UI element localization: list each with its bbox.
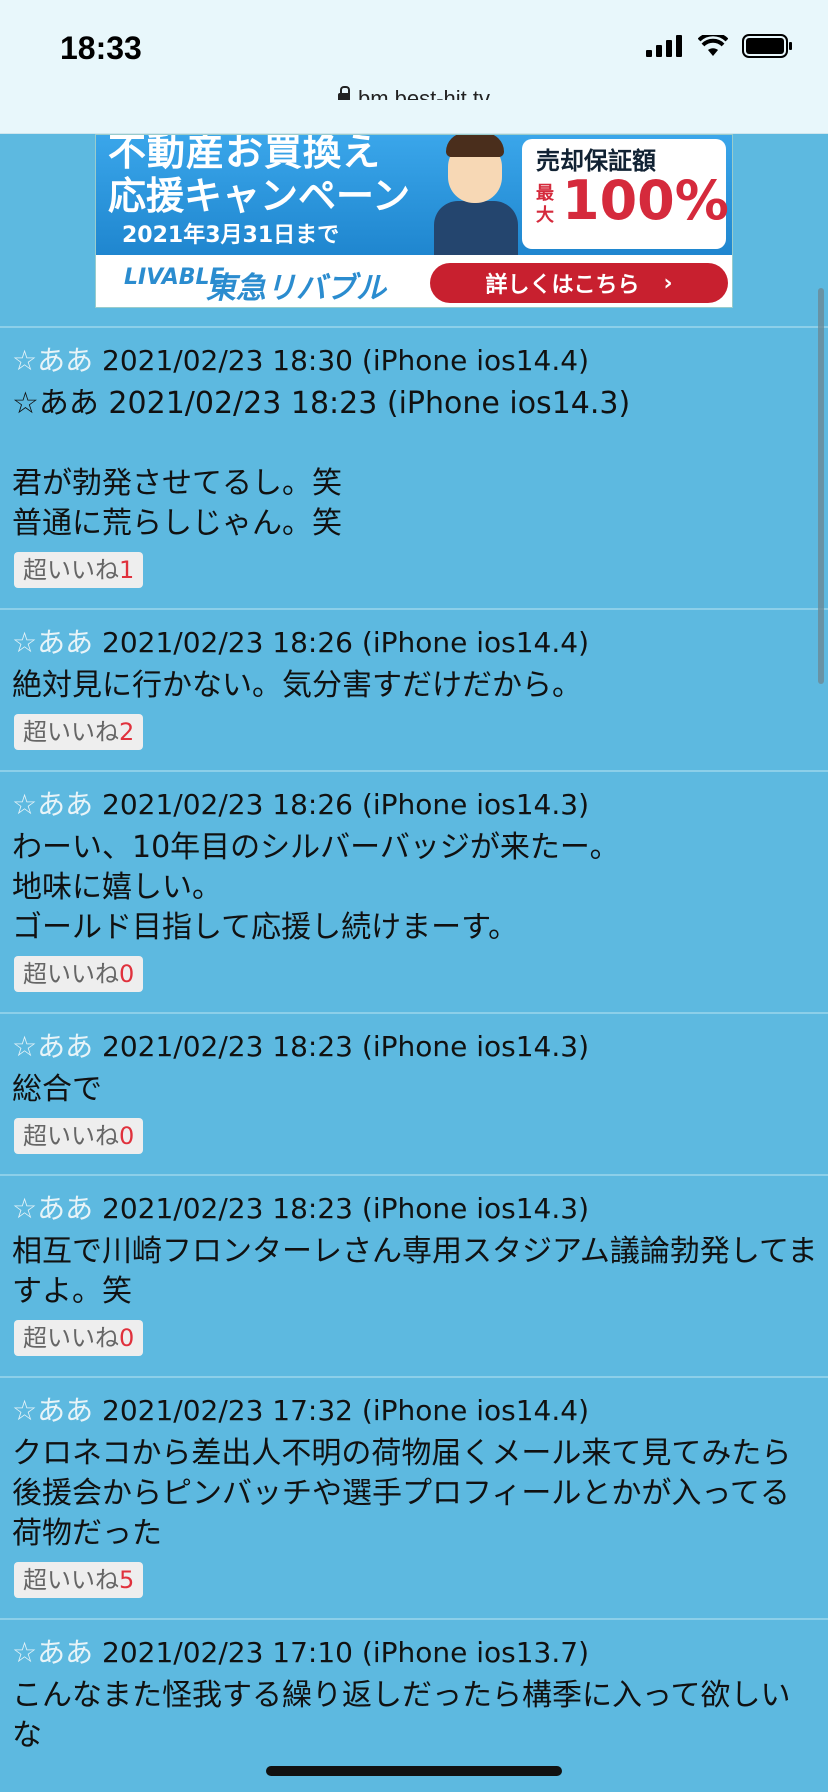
clock: 18:33: [60, 30, 142, 66]
super-like-button[interactable]: 超いいね2: [14, 714, 144, 750]
wifi-icon: [698, 35, 728, 56]
post-author[interactable]: ☆ああ: [12, 1636, 93, 1669]
post-item: ☆ああ 2021/02/23 17:32 (iPhone ios14.4) クロ…: [0, 1376, 828, 1618]
super-like-button[interactable]: 超いいね0: [14, 1118, 144, 1154]
like-count: 0: [119, 1122, 135, 1150]
post-item: ☆ああ 2021/02/23 18:26 (iPhone ios14.3) わー…: [0, 770, 828, 1012]
post-header: ☆ああ 2021/02/23 17:32 (iPhone ios14.4): [12, 1388, 818, 1434]
like-count: 0: [119, 1324, 135, 1352]
super-like-button[interactable]: 超いいね1: [14, 552, 144, 588]
like-count: 0: [119, 960, 135, 988]
scrollbar[interactable]: [818, 288, 824, 684]
post-meta: 2021/02/23 17:32 (iPhone ios14.4): [102, 1394, 589, 1427]
home-indicator[interactable]: [266, 1766, 562, 1776]
post-body: クロネコから差出人不明の荷物届くメール来て見てみたら後援会からピンバッチや選手プ…: [12, 1436, 792, 1551]
post-author[interactable]: ☆ああ: [12, 788, 93, 821]
post-meta: 2021/02/23 18:23 (iPhone ios14.3): [102, 1192, 589, 1225]
like-count: 1: [119, 556, 135, 584]
chevron-right-icon: ›: [663, 270, 673, 296]
like-label: 超いいね: [23, 1122, 119, 1150]
like-label: 超いいね: [23, 1324, 119, 1352]
post-header: ☆ああ 2021/02/23 18:26 (iPhone ios14.4): [12, 620, 818, 666]
status-bar: 18:33 bm.best-hit.tv: [0, 0, 828, 111]
ad-top-panel: 不動産お買換え 応援キャンペーン 2021年3月31日まで 売却保証額 最大 1…: [96, 135, 732, 261]
post-item: ☆ああ 2021/02/23 18:23 (iPhone ios14.3) 総合…: [0, 1012, 828, 1174]
post-author[interactable]: ☆ああ: [12, 344, 93, 377]
post-meta: 2021/02/23 18:23 (iPhone ios14.3): [102, 1030, 589, 1063]
like-label: 超いいね: [23, 1566, 119, 1594]
like-label: 超いいね: [23, 960, 119, 988]
battery-icon: [742, 34, 792, 58]
like-count: 5: [119, 1566, 135, 1594]
ad-person-illustration: [426, 135, 526, 261]
super-like-button[interactable]: 超いいね0: [14, 1320, 144, 1356]
post-item: ☆ああ 2021/02/23 18:30 (iPhone ios14.4) ☆あ…: [0, 326, 828, 608]
post-header: ☆ああ 2021/02/23 18:23 (iPhone ios14.3): [12, 1024, 818, 1070]
ad-guarantee-small: 最大: [536, 183, 554, 226]
like-count: 2: [119, 718, 135, 746]
post-author[interactable]: ☆ああ: [12, 1030, 93, 1063]
ad-brand: 東急リバブル: [206, 271, 386, 306]
status-icons: [646, 34, 794, 58]
ad-cta-button[interactable]: 詳しくはこちら ›: [430, 263, 728, 303]
post-body: 総合で: [12, 1072, 102, 1107]
post-body: わーい、10年目のシルバーバッジが来たー。 地味に嬉しい。 ゴールド目指して応援…: [12, 830, 620, 945]
like-label: 超いいね: [23, 718, 119, 746]
post-feed: ☆ああ 2021/02/23 18:30 (iPhone ios14.4) ☆あ…: [0, 326, 828, 1756]
post-body: ☆ああ 2021/02/23 18:23 (iPhone ios14.3) 君が…: [12, 386, 631, 541]
like-label: 超いいね: [23, 556, 119, 584]
ad-bottom-panel: LIVABLE 東急リバブル 詳しくはこちら ›: [96, 255, 732, 307]
post-body: 相互で川崎フロンターレさん専用スタジアム議論勃発してますよ。笑: [12, 1234, 818, 1309]
ad-heading-2: 応援キャンペーン: [108, 174, 411, 218]
post-header: ☆ああ 2021/02/23 18:23 (iPhone ios14.3): [12, 1186, 818, 1232]
post-meta: 2021/02/23 18:26 (iPhone ios14.3): [102, 788, 589, 821]
post-meta: 2021/02/23 17:10 (iPhone ios13.7): [102, 1636, 589, 1669]
ad-banner[interactable]: 不動産お買換え 応援キャンペーン 2021年3月31日まで 売却保証額 最大 1…: [95, 134, 733, 308]
post-author[interactable]: ☆ああ: [12, 1192, 93, 1225]
ad-date: 2021年3月31日まで: [122, 223, 340, 248]
post-author[interactable]: ☆ああ: [12, 626, 93, 659]
post-meta: 2021/02/23 18:30 (iPhone ios14.4): [102, 344, 589, 377]
post-body: こんなまた怪我する繰り返しだったら構季に入って欲しいな: [12, 1678, 791, 1753]
post-header: ☆ああ 2021/02/23 18:30 (iPhone ios14.4): [12, 338, 818, 384]
post-body: 絶対見に行かない。気分害すだけだから。: [12, 668, 582, 703]
ad-cta-label: 詳しくはこちら: [485, 273, 640, 298]
ad-guarantee-percent: 100%: [562, 169, 729, 232]
signal-icon: [646, 35, 682, 57]
post-header: ☆ああ 2021/02/23 18:26 (iPhone ios14.3): [12, 782, 818, 828]
post-author[interactable]: ☆ああ: [12, 1394, 93, 1427]
super-like-button[interactable]: 超いいね0: [14, 956, 144, 992]
post-item: ☆ああ 2021/02/23 18:23 (iPhone ios14.3) 相互…: [0, 1174, 828, 1376]
address-bar-bottom: [0, 100, 828, 134]
post-meta: 2021/02/23 18:26 (iPhone ios14.4): [102, 626, 589, 659]
ad-guarantee-box: 売却保証額 最大 100%: [522, 139, 729, 249]
super-like-button[interactable]: 超いいね5: [14, 1562, 144, 1598]
post-item: ☆ああ 2021/02/23 18:26 (iPhone ios14.4) 絶対…: [0, 608, 828, 770]
post-item: ☆ああ 2021/02/23 17:10 (iPhone ios13.7) こん…: [0, 1618, 828, 1756]
post-header: ☆ああ 2021/02/23 17:10 (iPhone ios13.7): [12, 1630, 818, 1676]
